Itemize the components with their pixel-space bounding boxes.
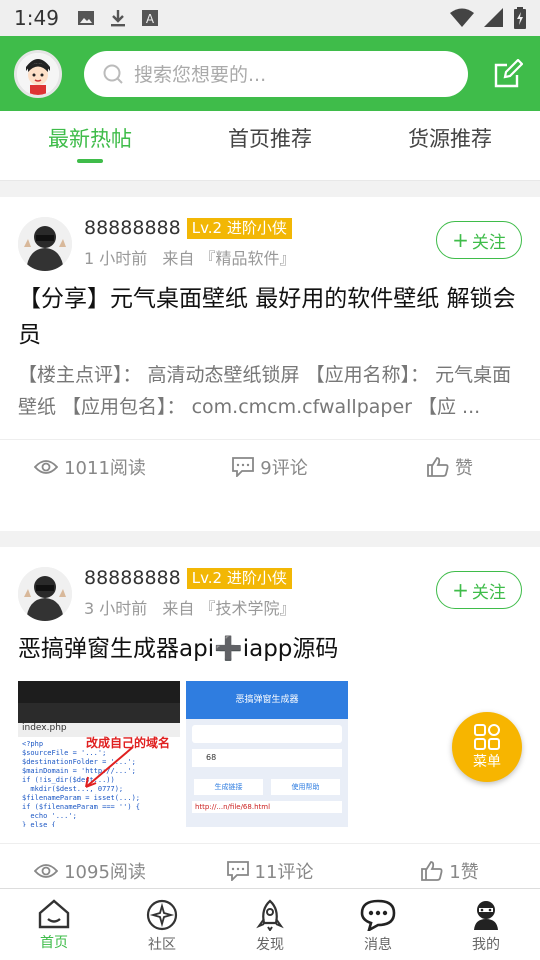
- comments-count: 9评论: [260, 457, 308, 479]
- tab-supply-recommend[interactable]: 货源推荐: [360, 111, 540, 180]
- wifi-icon: [450, 8, 474, 27]
- nav-messages[interactable]: 消息: [324, 889, 432, 960]
- post-source[interactable]: 来自 『技术学院』: [162, 599, 295, 618]
- home-icon: [38, 899, 70, 929]
- a-icon: A: [141, 10, 158, 26]
- post-source[interactable]: 来自 『精品软件』: [162, 249, 295, 268]
- tab-bar: 最新热帖 首页推荐 货源推荐: [0, 111, 540, 181]
- user-avatar[interactable]: [18, 217, 72, 271]
- post-card[interactable]: 88888888 Lv.2 进阶小侠 1 小时前 来自 『精品软件』 + 关注 …: [0, 197, 540, 531]
- views-count: 1095阅读: [64, 861, 146, 883]
- edit-icon: [494, 58, 523, 87]
- username[interactable]: 88888888: [84, 567, 181, 589]
- my-avatar[interactable]: [14, 49, 62, 98]
- app-header: 搜索您想要的...: [0, 36, 540, 111]
- community-icon: [146, 899, 178, 931]
- username[interactable]: 88888888: [84, 217, 181, 239]
- post-image-app[interactable]: 恶搞弹窗生成器 68 生成链接 使用帮助 http://...n/file/68…: [186, 681, 348, 827]
- eye-icon: [34, 863, 59, 878]
- user-avatar[interactable]: [18, 567, 72, 621]
- comments-count: 11评论: [254, 861, 314, 883]
- plus-icon: +: [452, 228, 469, 252]
- thumbs-up-icon: [421, 860, 443, 881]
- plus-icon: +: [452, 578, 469, 602]
- app-preview-url: http://...n/file/68.html: [192, 801, 342, 813]
- post-excerpt[interactable]: 【楼主点评】： 高清动态壁纸锁屏 【应用名称】： 元气桌面壁纸 【应用包名】： …: [18, 359, 522, 423]
- like-button[interactable]: 1赞: [360, 858, 540, 884]
- post-feed: 88888888 Lv.2 进阶小侠 1 小时前 来自 『精品软件』 + 关注 …: [0, 181, 540, 892]
- follow-label: 关注: [471, 232, 506, 253]
- signal-icon: [484, 8, 503, 27]
- like-button[interactable]: 赞: [360, 454, 540, 480]
- status-time: 1:49: [14, 6, 59, 30]
- search-placeholder: 搜索您想要的...: [134, 64, 267, 86]
- likes-count: 1赞: [449, 861, 479, 883]
- nav-discover-label: 发现: [256, 937, 284, 953]
- post-actions: 1011阅读 9评论 赞: [0, 439, 540, 493]
- follow-button[interactable]: + 关注: [436, 571, 522, 609]
- nav-community-label: 社区: [148, 937, 176, 953]
- post-meta: 1 小时前 来自 『精品软件』: [84, 245, 295, 269]
- nav-home-label: 首页: [40, 935, 68, 951]
- views-stat: 1095阅读: [0, 858, 180, 884]
- nav-messages-label: 消息: [364, 937, 392, 953]
- tab-home-recommend[interactable]: 首页推荐: [180, 111, 360, 180]
- message-icon: [360, 899, 396, 931]
- menu-label: 菜单: [473, 754, 501, 770]
- level-badge: Lv.2 进阶小侠: [186, 217, 292, 239]
- svg-text:A: A: [146, 12, 155, 26]
- nav-discover[interactable]: 发现: [216, 889, 324, 960]
- search-icon: [103, 64, 123, 84]
- app-preview-header: 恶搞弹窗生成器: [186, 681, 348, 719]
- follow-label: 关注: [471, 582, 506, 603]
- post-time: 3 小时前: [84, 599, 148, 618]
- rocket-icon: [256, 899, 284, 931]
- battery-icon: [514, 7, 526, 29]
- app-preview-field: 68: [192, 749, 342, 767]
- views-stat: 1011阅读: [0, 454, 180, 480]
- follow-button[interactable]: + 关注: [436, 221, 522, 259]
- eye-icon: [34, 459, 59, 474]
- post-title[interactable]: 恶搞弹窗生成器api➕iapp源码: [18, 631, 522, 667]
- comment-button[interactable]: 11评论: [180, 858, 360, 884]
- image-icon: [77, 11, 94, 25]
- nav-home[interactable]: 首页: [0, 889, 108, 960]
- post-time: 1 小时前: [84, 249, 148, 268]
- post-images: index.php <?php $sourceFile = '...'; $dest…: [18, 681, 522, 827]
- post-meta: 3 小时前 来自 『技术学院』: [84, 595, 295, 619]
- grid-icon: [474, 724, 500, 750]
- download-icon: [110, 10, 125, 27]
- status-bar: 1:49 A: [0, 0, 540, 36]
- compose-button[interactable]: [490, 56, 526, 92]
- comment-button[interactable]: 9评论: [180, 454, 360, 480]
- nav-profile-label: 我的: [472, 937, 500, 953]
- level-badge: Lv.2 进阶小侠: [186, 567, 292, 589]
- nav-community[interactable]: 社区: [108, 889, 216, 960]
- views-count: 1011阅读: [64, 457, 146, 479]
- profile-icon: [474, 901, 498, 930]
- post-title[interactable]: 【分享】元气桌面壁纸 最好用的软件壁纸 解锁会员: [18, 281, 522, 353]
- thumbs-up-icon: [427, 456, 449, 477]
- menu-fab[interactable]: 菜单: [452, 712, 522, 782]
- post-card[interactable]: 88888888 Lv.2 进阶小侠 3 小时前 来自 『技术学院』 + 关注 …: [0, 547, 540, 892]
- arrow-annotation: [85, 746, 134, 788]
- post-image-code[interactable]: index.php <?php $sourceFile = '...'; $dest…: [18, 681, 180, 827]
- tab-latest-hot[interactable]: 最新热帖: [0, 111, 180, 180]
- nav-profile[interactable]: 我的: [432, 889, 540, 960]
- app-preview-button: 使用帮助: [271, 779, 340, 795]
- search-input[interactable]: 搜索您想要的...: [84, 50, 468, 97]
- comment-icon: [226, 860, 249, 881]
- bottom-nav: 首页 社区 发现 消息 我的: [0, 888, 540, 960]
- app-preview-button: 生成链接: [194, 779, 263, 795]
- likes-count: 赞: [455, 457, 473, 479]
- comment-icon: [232, 456, 255, 477]
- status-indicators: [450, 7, 526, 29]
